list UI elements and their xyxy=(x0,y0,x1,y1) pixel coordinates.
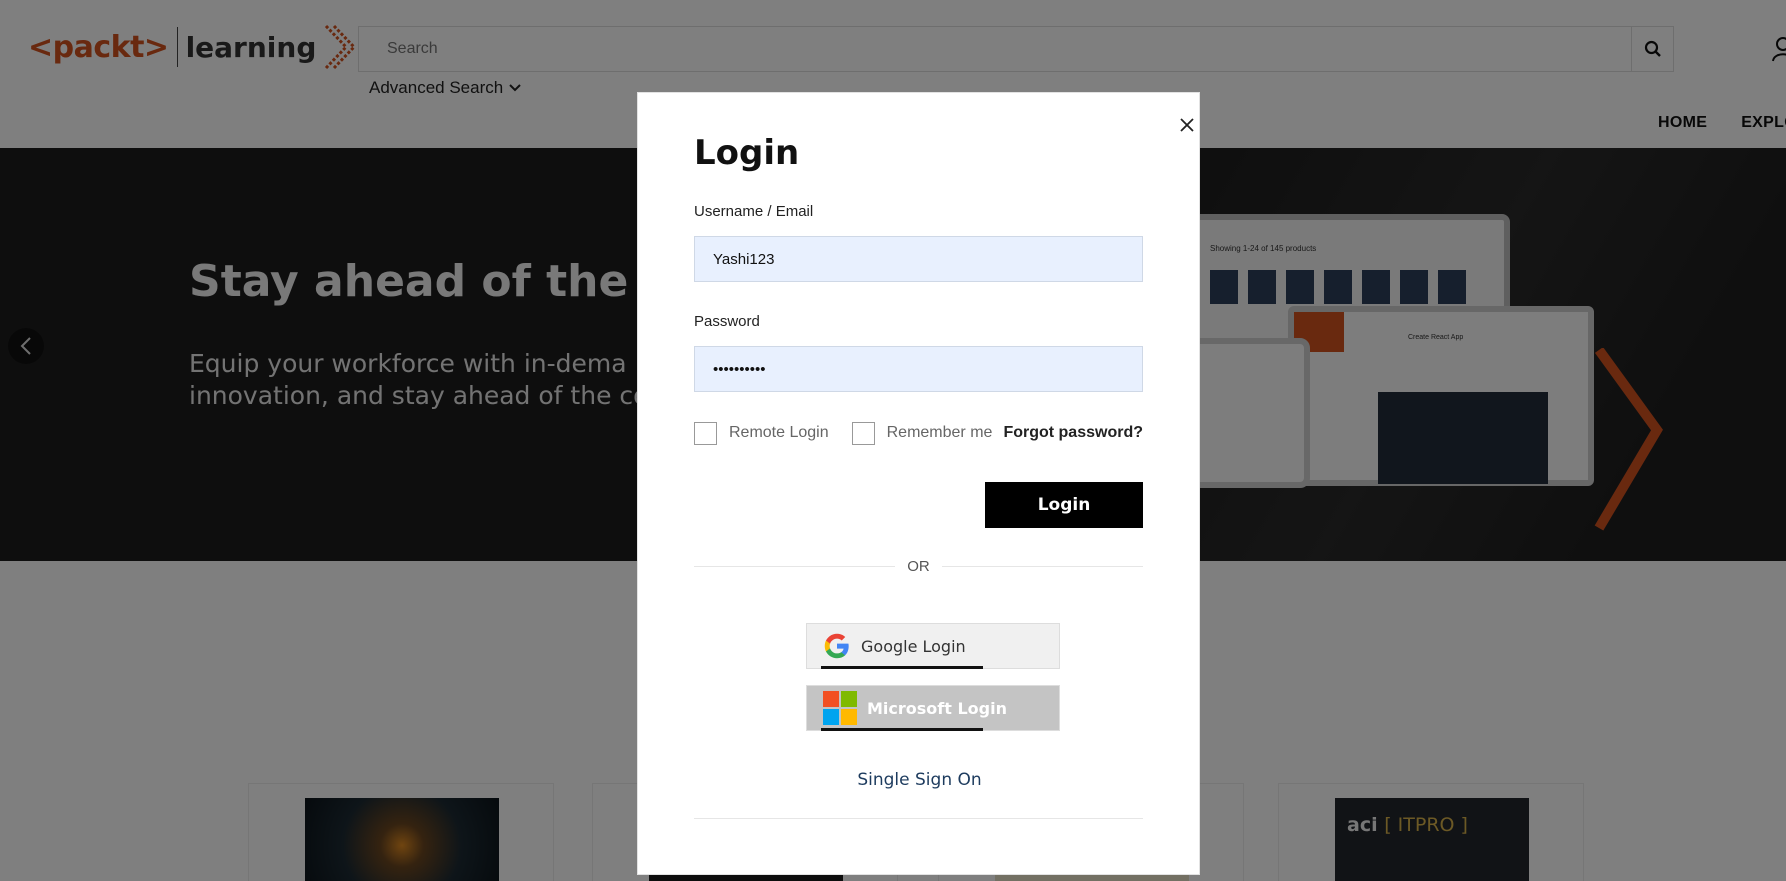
microsoft-login-label: Microsoft Login xyxy=(867,698,1007,718)
login-button[interactable]: Login xyxy=(985,482,1143,528)
password-label: Password xyxy=(694,313,760,330)
password-field[interactable] xyxy=(695,347,1142,391)
login-modal: Login Username / Email Password Remote L… xyxy=(637,92,1200,875)
microsoft-underline xyxy=(821,728,983,731)
username-label: Username / Email xyxy=(694,203,814,220)
google-underline xyxy=(821,666,983,669)
close-button[interactable] xyxy=(1175,113,1199,137)
remote-login-label: Remote Login xyxy=(729,424,829,441)
remote-login-checkbox[interactable] xyxy=(694,421,717,445)
or-divider: OR xyxy=(694,556,1143,576)
single-sign-on-link[interactable]: Single Sign On xyxy=(638,770,1201,790)
modal-title: Login xyxy=(694,133,800,173)
remember-me-label: Remember me xyxy=(886,424,993,441)
microsoft-login-button[interactable]: Microsoft Login xyxy=(806,685,1060,731)
modal-bottom-divider xyxy=(694,818,1143,819)
username-field-wrapper xyxy=(694,236,1143,282)
username-field[interactable] xyxy=(695,237,1142,281)
or-text: OR xyxy=(907,557,930,575)
google-icon xyxy=(824,633,849,659)
microsoft-icon xyxy=(823,691,857,725)
google-login-label: Google Login xyxy=(861,636,966,656)
close-icon xyxy=(1180,118,1194,132)
password-field-wrapper xyxy=(694,346,1143,392)
forgot-password-link[interactable]: Forgot password? xyxy=(1003,424,1143,442)
remember-me-checkbox[interactable] xyxy=(851,421,875,445)
google-login-button[interactable]: Google Login xyxy=(806,623,1060,669)
login-options-row: Remote Login Remember me Forgot password… xyxy=(694,421,1143,445)
